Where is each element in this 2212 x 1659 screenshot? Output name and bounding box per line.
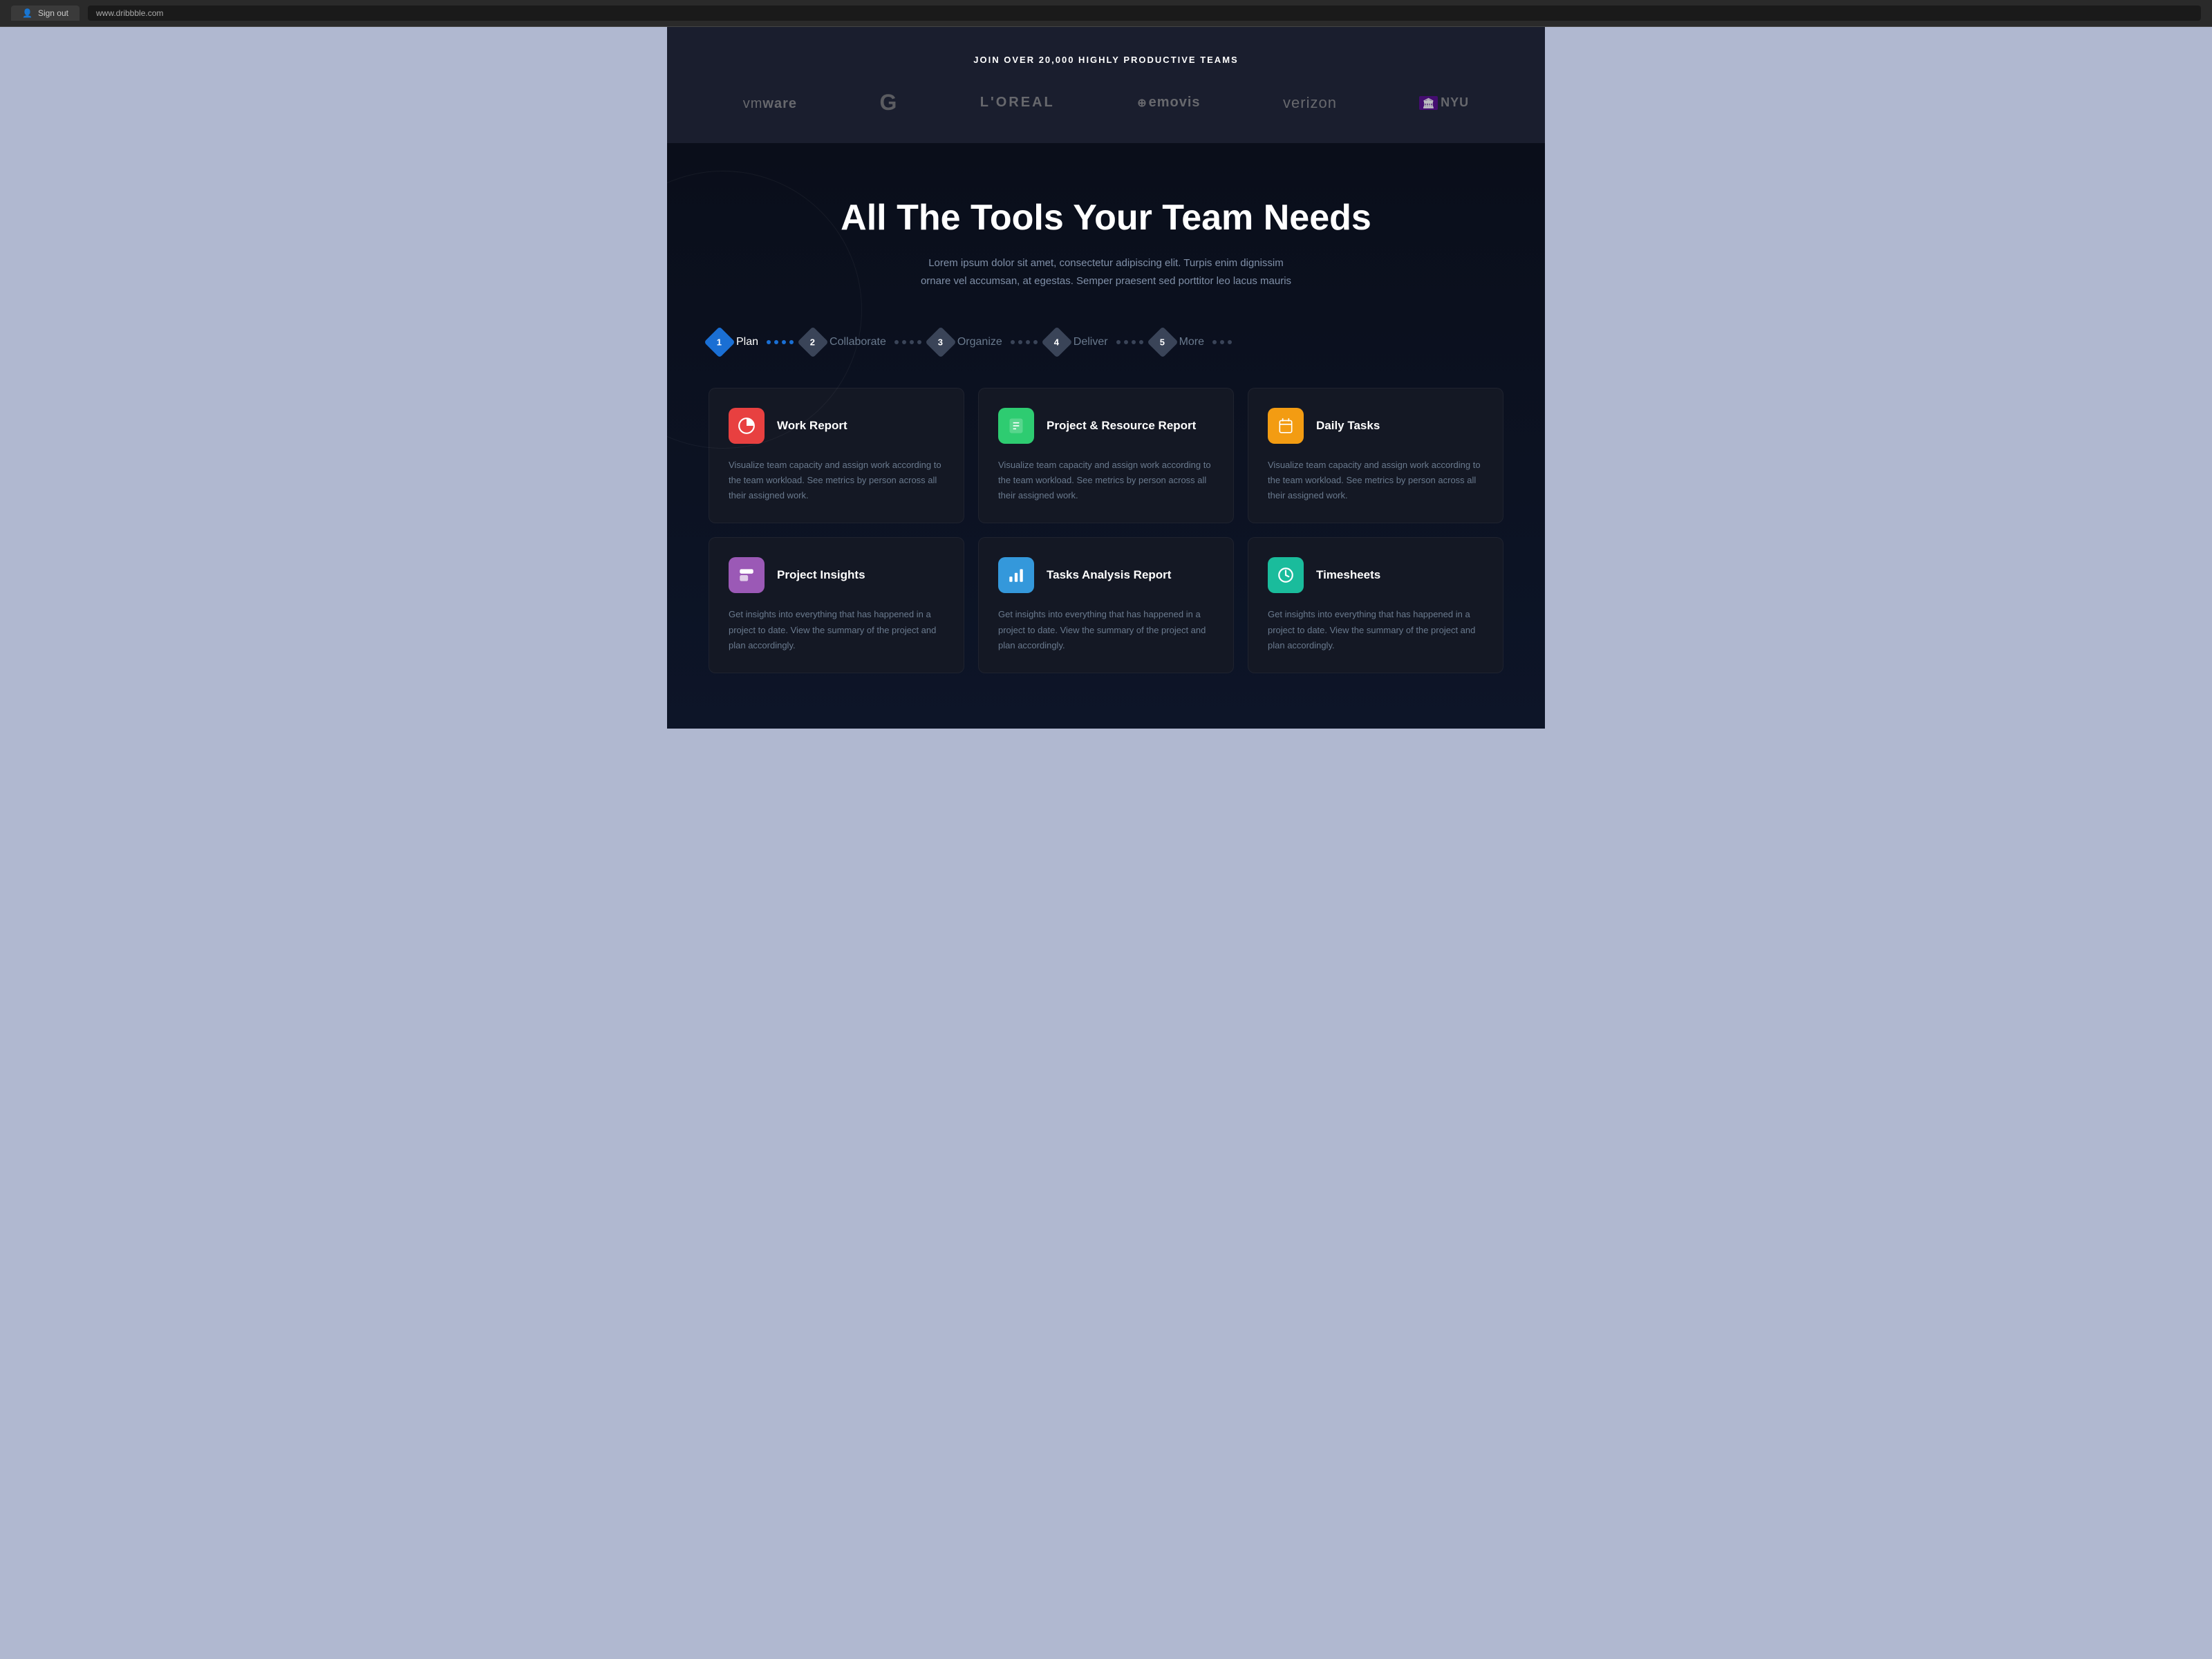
dot [902,340,906,344]
tools-hero: All The Tools Your Team Needs Lorem ipsu… [709,198,1503,290]
card-daily-tasks[interactable]: Daily Tasks Visualize team capacity and … [1248,388,1503,523]
url-bar[interactable]: www.dribbble.com [88,6,2201,21]
step-label-deliver: Deliver [1074,336,1108,348]
dot [894,340,899,344]
card-timesheets[interactable]: Timesheets Get insights into everything … [1248,537,1503,673]
card-icon-tasks-analysis [998,557,1034,593]
logo-emovis: ⊕emovis [1137,95,1200,111]
card-desc-tasks-analysis: Get insights into everything that has ha… [998,607,1214,653]
dot [1124,340,1128,344]
logos-section: JOIN OVER 20,000 HIGHLY PRODUCTIVE TEAMS… [667,27,1545,143]
step-label-collaborate: Collaborate [830,336,886,348]
dot [1132,340,1136,344]
logo-verizon: verizon [1283,94,1337,112]
card-icon-work-report [729,408,765,444]
card-title-work-report: Work Report [777,418,847,433]
card-header-timesheets: Timesheets [1268,557,1483,593]
dot [1033,340,1038,344]
tools-section: All The Tools Your Team Needs Lorem ipsu… [667,143,1545,729]
step-label-more: More [1179,336,1204,348]
cards-grid: Work Report Visualize team capacity and … [709,388,1503,701]
step-label-organize: Organize [957,336,1002,348]
step-dots-3 [1011,340,1038,344]
card-icon-timesheets [1268,557,1304,593]
dot [1011,340,1015,344]
dot [1139,340,1143,344]
logo-vmware: vmware [743,94,797,112]
card-title-daily-tasks: Daily Tasks [1316,418,1380,433]
step-label-plan: Plan [736,336,758,348]
step-badge-collaborate: 2 [797,327,828,358]
page-wrapper: JOIN OVER 20,000 HIGHLY PRODUCTIVE TEAMS… [667,27,1545,729]
step-badge-deliver: 4 [1041,327,1072,358]
step-dots-5 [1212,340,1232,344]
card-header-daily-tasks: Daily Tasks [1268,408,1483,444]
step-organize[interactable]: 3 Organize [930,331,1002,353]
card-desc-timesheets: Get insights into everything that has ha… [1268,607,1483,653]
dot [789,340,794,344]
card-tasks-analysis[interactable]: Tasks Analysis Report Get insights into … [978,537,1234,673]
card-header-project-resource: Project & Resource Report [998,408,1214,444]
tab-favicon: 👤 [22,8,32,18]
dot [1212,340,1217,344]
card-desc-project-insights: Get insights into everything that has ha… [729,607,944,653]
card-title-project-insights: Project Insights [777,568,865,583]
step-dots-2 [894,340,921,344]
logo-loreal: L'OREAL [980,95,1055,111]
dot [1228,340,1232,344]
tools-subtitle: Lorem ipsum dolor sit amet, consectetur … [912,254,1300,290]
tab-label: Sign out [38,8,68,18]
card-icon-project-resource [998,408,1034,444]
url-text: www.dribbble.com [96,8,163,18]
dot [782,340,786,344]
card-icon-daily-tasks [1268,408,1304,444]
step-collaborate[interactable]: 2 Collaborate [802,331,886,353]
step-dots-4 [1116,340,1143,344]
logos-tagline: JOIN OVER 20,000 HIGHLY PRODUCTIVE TEAMS [709,55,1503,65]
dot [917,340,921,344]
step-dots-1 [767,340,794,344]
dot [1116,340,1121,344]
dot [767,340,771,344]
card-title-tasks-analysis: Tasks Analysis Report [1047,568,1171,583]
browser-tab[interactable]: 👤 Sign out [11,6,79,21]
card-title-project-resource: Project & Resource Report [1047,418,1196,433]
dot [774,340,778,344]
logos-row: vmware G L'OREAL ⊕emovis verizon 🏛NYU [709,90,1503,115]
card-desc-work-report: Visualize team capacity and assign work … [729,458,944,503]
step-badge-organize: 3 [925,327,956,358]
vmware-prefix: vm [743,96,763,111]
dot [1018,340,1022,344]
card-header-tasks-analysis: Tasks Analysis Report [998,557,1214,593]
logo-google: G [879,90,897,115]
dot [910,340,914,344]
step-badge-plan: 1 [704,327,735,358]
card-desc-daily-tasks: Visualize team capacity and assign work … [1268,458,1483,503]
vmware-suffix: ware [762,96,797,111]
step-badge-more: 5 [1147,327,1178,358]
browser-chrome: 👤 Sign out www.dribbble.com [0,0,2212,27]
card-title-timesheets: Timesheets [1316,568,1380,583]
card-icon-project-insights [729,557,765,593]
dot [1220,340,1224,344]
card-header-work-report: Work Report [729,408,944,444]
step-deliver[interactable]: 4 Deliver [1046,331,1108,353]
dot [1026,340,1030,344]
step-plan[interactable]: 1 Plan [709,331,758,353]
card-project-resource[interactable]: Project & Resource Report Visualize team… [978,388,1234,523]
card-header-project-insights: Project Insights [729,557,944,593]
steps-nav: 1 Plan 2 Collaborate [709,331,1503,353]
logo-nyu: 🏛NYU [1419,95,1469,110]
step-more[interactable]: 5 More [1152,331,1204,353]
card-desc-project-resource: Visualize team capacity and assign work … [998,458,1214,503]
card-project-insights[interactable]: Project Insights Get insights into every… [709,537,964,673]
tools-title: All The Tools Your Team Needs [709,198,1503,238]
card-work-report[interactable]: Work Report Visualize team capacity and … [709,388,964,523]
